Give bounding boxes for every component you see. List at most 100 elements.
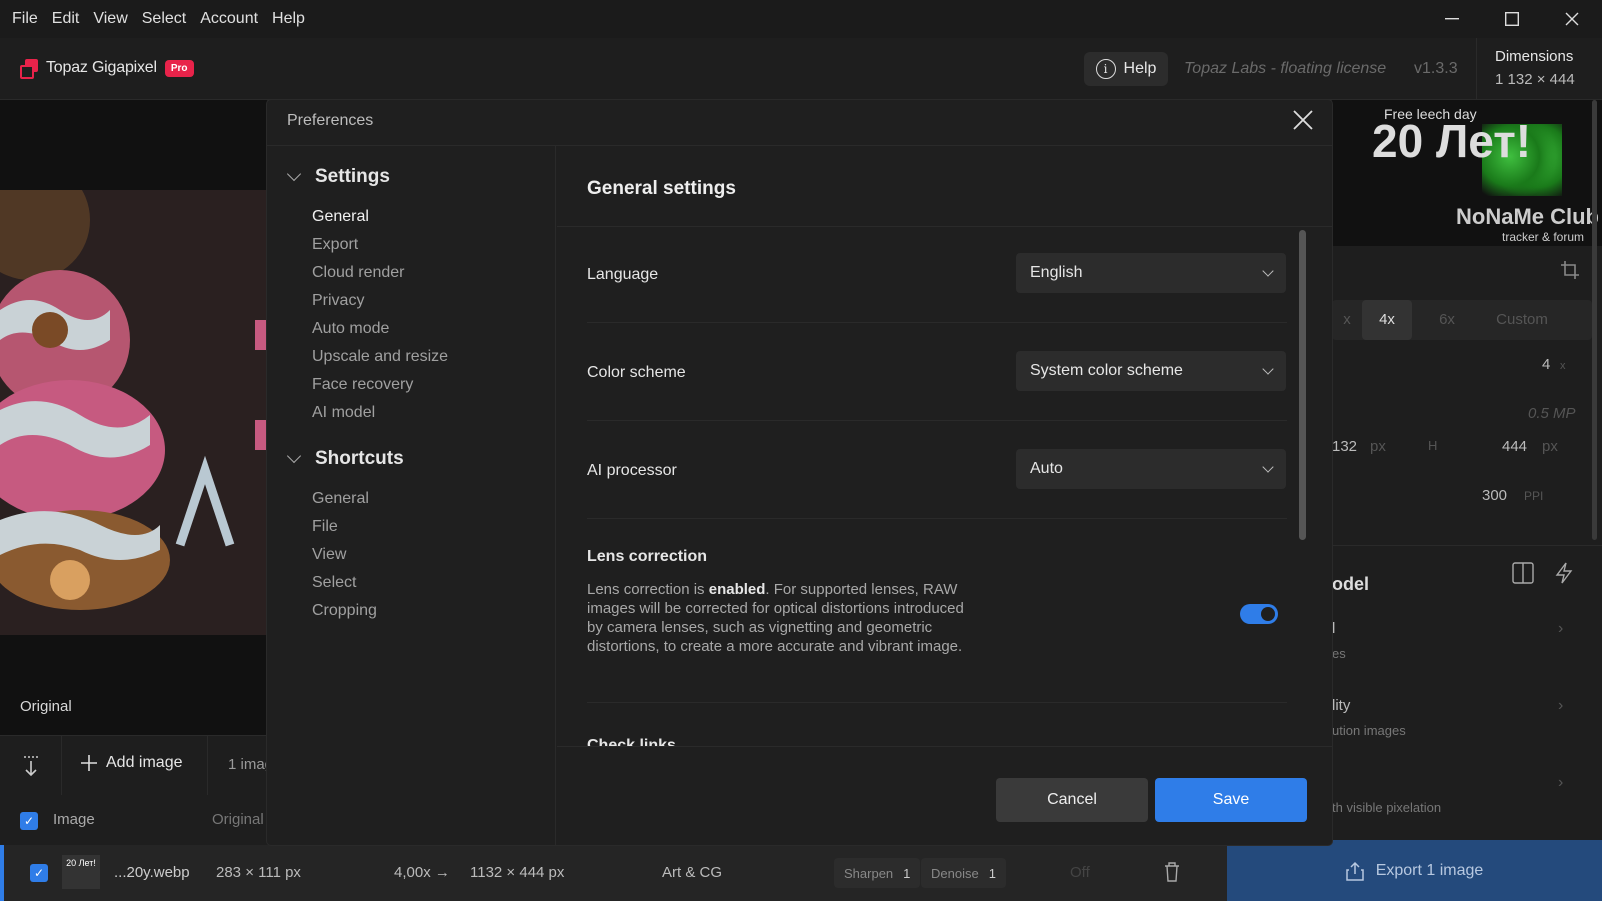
nav-item-ai-model[interactable]: AI model (312, 404, 375, 422)
nav-item-shortcuts-cropping[interactable]: Cropping (312, 602, 377, 620)
nav-item-upscale-resize[interactable]: Upscale and resize (312, 348, 448, 366)
denoise-pill[interactable]: Denoise 1 (921, 858, 1006, 888)
table-row[interactable]: ✓ 20 Лет! ...20y.webp 283 × 111 px 4,00x… (0, 845, 1227, 901)
info-icon: i (1095, 59, 1116, 79)
height-unit[interactable]: px (1542, 438, 1558, 455)
nav-item-shortcuts-file[interactable]: File (312, 518, 338, 536)
content-scrollbar[interactable] (1299, 230, 1306, 540)
nav-item-shortcuts-general[interactable]: General (312, 490, 369, 508)
nav-group-shortcuts[interactable]: Shortcuts (286, 448, 404, 470)
chevron-down-icon (1262, 363, 1274, 375)
nav-item-face-recovery[interactable]: Face recovery (312, 376, 413, 394)
nav-item-shortcuts-select[interactable]: Select (312, 574, 356, 592)
image-preview[interactable]: Original (0, 100, 267, 735)
navigator-thumbnail[interactable]: Free leech day 20 Лет! NoNaMe Club track… (1332, 100, 1602, 246)
nav-item-general[interactable]: General (312, 208, 369, 226)
menu-edit[interactable]: Edit (45, 0, 87, 38)
lens-desc-text: Lens correction is (587, 581, 709, 598)
menu-file[interactable]: File (0, 0, 45, 38)
file-name: ...20y.webp (114, 864, 190, 881)
title-bar: File Edit View Select Account Help (0, 0, 1602, 38)
select-all-checkbox[interactable]: ✓ (20, 812, 38, 830)
scale-value[interactable]: 4 (1542, 356, 1550, 373)
row-checkbox[interactable]: ✓ (30, 864, 48, 882)
scale-option-6x[interactable]: 6x (1422, 300, 1472, 340)
maximize-icon (1505, 12, 1519, 26)
help-button[interactable]: i Help (1084, 52, 1168, 86)
menu-select[interactable]: Select (135, 0, 193, 38)
scale-option-custom[interactable]: Custom (1482, 300, 1562, 340)
app-name: Topaz Gigapixel (46, 59, 157, 76)
export-button[interactable]: Export 1 image (1227, 840, 1602, 901)
close-icon (1565, 12, 1579, 26)
help-label: Help (1123, 60, 1157, 77)
add-image-toolbar: Add image 1 imag (0, 735, 273, 796)
close-window-button[interactable] (1542, 0, 1602, 38)
input-size: 283 × 111 px (216, 864, 301, 881)
lens-correction-toggle[interactable] (1240, 604, 1278, 624)
model-item-1-sub: es (1332, 646, 1346, 661)
ppi-unit[interactable]: PPI (1524, 489, 1543, 503)
preferences-nav: Settings General Export Cloud render Pri… (267, 146, 556, 845)
lightning-icon[interactable] (1554, 562, 1574, 584)
lens-correction-description: Lens correction is enabled. For supporte… (587, 580, 967, 656)
minimize-icon (1445, 18, 1459, 20)
pro-badge: Pro (164, 59, 194, 77)
chevron-down-icon (1262, 265, 1274, 277)
table-header: ✓ Image Original (0, 795, 267, 845)
menu-help[interactable]: Help (265, 0, 312, 38)
model-item-2[interactable]: lity (1332, 697, 1350, 714)
crop-icon[interactable] (1560, 260, 1580, 280)
nav-item-cloud-render[interactable]: Cloud render (312, 264, 405, 282)
next-section-heading: Check links (587, 737, 676, 746)
preview-image (0, 160, 267, 635)
sort-icon[interactable] (22, 754, 40, 783)
height-value[interactable]: 444 (1502, 438, 1527, 455)
save-button[interactable]: Save (1155, 778, 1307, 822)
scale-option-4x[interactable]: 4x (1362, 300, 1412, 340)
nav-item-export[interactable]: Export (312, 236, 358, 254)
preferences-dialog: Preferences Settings General Export Clou… (267, 100, 1332, 845)
column-original[interactable]: Original (212, 811, 264, 828)
sharpen-pill[interactable]: Sharpen 1 (834, 858, 921, 888)
export-label: Export 1 image (1375, 861, 1484, 879)
color-scheme-select[interactable]: System color scheme (1016, 351, 1286, 391)
color-scheme-value: System color scheme (1030, 362, 1183, 379)
maximize-button[interactable] (1482, 0, 1542, 38)
scale-option[interactable]: x (1332, 300, 1362, 340)
add-image-button[interactable]: Add image (80, 754, 183, 772)
nav-item-shortcuts-view[interactable]: View (312, 546, 346, 564)
app-header: Topaz Gigapixel Pro i Help Topaz Labs - … (0, 38, 1602, 100)
chevron-down-icon (286, 448, 302, 464)
dialog-close-button[interactable] (1293, 109, 1313, 133)
minimize-button[interactable] (1422, 0, 1482, 38)
right-panel-scrollbar[interactable] (1592, 100, 1597, 540)
language-value: English (1030, 264, 1083, 281)
lens-correction-title: Lens correction (587, 548, 708, 565)
height-label: H (1428, 438, 1438, 453)
dimensions-value: 1 132 × 444 (1495, 71, 1575, 88)
ai-processor-select[interactable]: Auto (1016, 449, 1286, 489)
nav-item-privacy[interactable]: Privacy (312, 292, 364, 310)
cancel-button[interactable]: Cancel (996, 778, 1148, 822)
language-select[interactable]: English (1016, 253, 1286, 293)
thumbnail-title: 20 Лет! (1372, 115, 1532, 167)
compare-icon[interactable] (1512, 562, 1534, 584)
divider (587, 420, 1287, 421)
ppi-value[interactable]: 300 (1482, 487, 1507, 504)
chevron-right-icon: › (1558, 774, 1564, 791)
denoise-label: Denoise (931, 865, 979, 881)
menu-view[interactable]: View (86, 0, 134, 38)
model-item-1[interactable]: l (1332, 620, 1335, 637)
menu-account[interactable]: Account (193, 0, 265, 38)
divider (587, 702, 1287, 703)
width-unit[interactable]: px (1370, 438, 1386, 455)
model-item-3-sub: th visible pixelation (1332, 800, 1442, 815)
divider (557, 746, 1332, 747)
nav-item-auto-mode[interactable]: Auto mode (312, 320, 389, 338)
nav-group-settings[interactable]: Settings (286, 166, 390, 188)
width-value[interactable]: 132 (1332, 438, 1357, 455)
column-image[interactable]: Image (53, 811, 95, 828)
trash-icon[interactable] (1164, 862, 1180, 882)
denoise-value: 1 (988, 865, 996, 881)
